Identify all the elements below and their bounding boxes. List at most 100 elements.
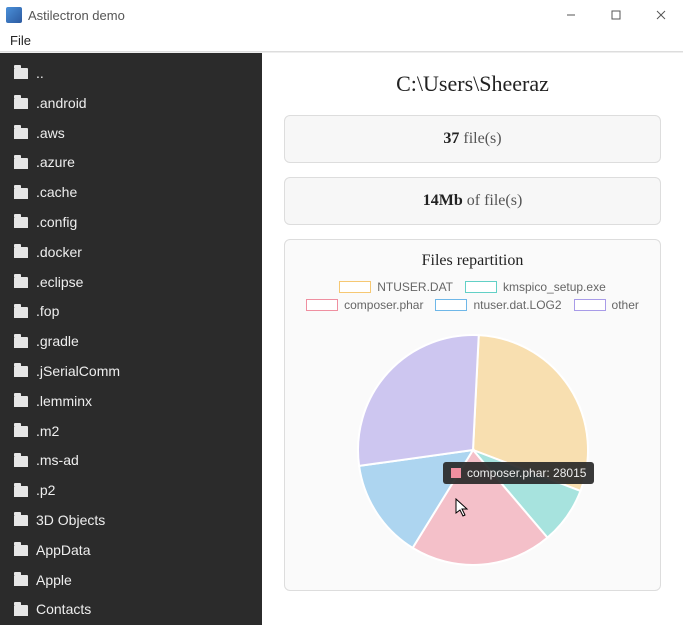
sidebar[interactable]: .. .android .aws .azure .cache .config .docker… xyxy=(0,53,262,625)
sidebar-item-label: .fop xyxy=(36,300,59,324)
sidebar-item-label: .azure xyxy=(36,151,75,175)
sidebar-item-label: .cache xyxy=(36,181,77,205)
chart-legend: NTUSER.DAT kmspico_setup.exe composer.phar… xyxy=(295,280,650,312)
folder-icon xyxy=(14,277,28,288)
content: .. .android .aws .azure .cache .config .docker… xyxy=(0,52,683,625)
legend-item[interactable]: ntuser.dat.LOG2 xyxy=(435,298,561,312)
sidebar-item[interactable]: .fop xyxy=(0,297,262,327)
sidebar-item-label: .eclipse xyxy=(36,271,83,295)
minimize-button[interactable] xyxy=(548,0,593,30)
app-icon xyxy=(6,7,22,23)
titlebar: Astilectron demo xyxy=(0,0,683,30)
folder-icon xyxy=(14,188,28,199)
legend-swatch xyxy=(339,281,371,293)
path-title: C:\Users\Sheeraz xyxy=(284,71,661,97)
folder-icon xyxy=(14,158,28,169)
sidebar-item[interactable]: .jSerialComm xyxy=(0,357,262,387)
sidebar-item[interactable]: .p2 xyxy=(0,476,262,506)
sidebar-item[interactable]: .. xyxy=(0,59,262,89)
sidebar-item-label: .p2 xyxy=(36,479,55,503)
legend-swatch xyxy=(465,281,497,293)
sidebar-item-label: .aws xyxy=(36,122,65,146)
sidebar-item-label: Contacts xyxy=(36,598,91,622)
folder-icon xyxy=(14,456,28,467)
sidebar-item-label: .android xyxy=(36,92,87,116)
legend-swatch xyxy=(306,299,338,311)
sidebar-item[interactable]: .gradle xyxy=(0,327,262,357)
chart-title: Files repartition xyxy=(295,252,650,270)
sidebar-item[interactable]: .lemminx xyxy=(0,387,262,417)
sidebar-item[interactable]: .ms-ad xyxy=(0,446,262,476)
sidebar-item-label: .gradle xyxy=(36,330,79,354)
sidebar-item-label: .docker xyxy=(36,241,82,265)
legend-swatch xyxy=(435,299,467,311)
pie-chart[interactable] xyxy=(343,320,603,580)
legend-label: composer.phar xyxy=(344,298,423,312)
chart-tooltip: composer.phar: 28015 xyxy=(443,462,594,484)
sidebar-item-label: AppData xyxy=(36,539,90,563)
sidebar-item-label: .config xyxy=(36,211,77,235)
file-size-card: 14Mb of file(s) xyxy=(284,177,661,225)
folder-icon xyxy=(14,217,28,228)
sidebar-item[interactable]: .eclipse xyxy=(0,268,262,298)
folder-icon xyxy=(14,605,28,616)
file-count-value: 37 xyxy=(443,130,459,147)
window-title: Astilectron demo xyxy=(28,8,125,23)
legend-item[interactable]: other xyxy=(574,298,639,312)
sidebar-item[interactable]: 3D Objects xyxy=(0,506,262,536)
sidebar-item-label: .jSerialComm xyxy=(36,360,120,384)
legend-label: other xyxy=(612,298,639,312)
maximize-button[interactable] xyxy=(593,0,638,30)
file-count-label: file(s) xyxy=(459,130,501,147)
chart-card: Files repartition NTUSER.DAT kmspico_setu… xyxy=(284,239,661,591)
sidebar-item-label: .lemminx xyxy=(36,390,92,414)
folder-icon xyxy=(14,396,28,407)
legend-item[interactable]: composer.phar xyxy=(306,298,423,312)
sidebar-item[interactable]: Apple xyxy=(0,566,262,596)
menubar: File xyxy=(0,30,683,52)
legend-item[interactable]: NTUSER.DAT xyxy=(339,280,453,294)
folder-icon xyxy=(14,307,28,318)
legend-swatch xyxy=(574,299,606,311)
folder-icon xyxy=(14,366,28,377)
sidebar-item-label: .. xyxy=(36,62,44,86)
folder-icon xyxy=(14,68,28,79)
sidebar-item[interactable]: Contacts xyxy=(0,595,262,625)
sidebar-item[interactable]: .cache xyxy=(0,178,262,208)
sidebar-item[interactable]: .android xyxy=(0,89,262,119)
close-button[interactable] xyxy=(638,0,683,30)
legend-item[interactable]: kmspico_setup.exe xyxy=(465,280,606,294)
folder-icon xyxy=(14,515,28,526)
sidebar-item[interactable]: .azure xyxy=(0,148,262,178)
tooltip-swatch xyxy=(451,468,461,478)
sidebar-item[interactable]: .docker xyxy=(0,238,262,268)
sidebar-item-label: .ms-ad xyxy=(36,449,79,473)
pie-wrap: composer.phar: 28015 xyxy=(295,320,650,580)
folder-icon xyxy=(14,575,28,586)
legend-label: NTUSER.DAT xyxy=(377,280,453,294)
main-panel: C:\Users\Sheeraz 37 file(s) 14Mb of file… xyxy=(262,53,683,625)
file-count-card: 37 file(s) xyxy=(284,115,661,163)
pie-slice[interactable] xyxy=(358,335,479,466)
sidebar-item[interactable]: .aws xyxy=(0,119,262,149)
sidebar-item[interactable]: .config xyxy=(0,208,262,238)
folder-icon xyxy=(14,545,28,556)
sidebar-item-label: .m2 xyxy=(36,420,59,444)
file-size-value: 14Mb xyxy=(423,192,463,209)
folder-icon xyxy=(14,247,28,258)
folder-icon xyxy=(14,128,28,139)
sidebar-item-label: Apple xyxy=(36,569,72,593)
folder-icon xyxy=(14,98,28,109)
tooltip-label: composer.phar: 28015 xyxy=(467,466,586,480)
sidebar-item[interactable]: AppData xyxy=(0,536,262,566)
window-controls xyxy=(548,0,683,30)
folder-icon xyxy=(14,426,28,437)
sidebar-item-label: 3D Objects xyxy=(36,509,105,533)
folder-icon xyxy=(14,337,28,348)
folder-icon xyxy=(14,486,28,497)
legend-label: kmspico_setup.exe xyxy=(503,280,606,294)
file-size-label: of file(s) xyxy=(463,192,523,209)
menu-file[interactable]: File xyxy=(4,31,37,50)
sidebar-item[interactable]: .m2 xyxy=(0,417,262,447)
legend-label: ntuser.dat.LOG2 xyxy=(473,298,561,312)
